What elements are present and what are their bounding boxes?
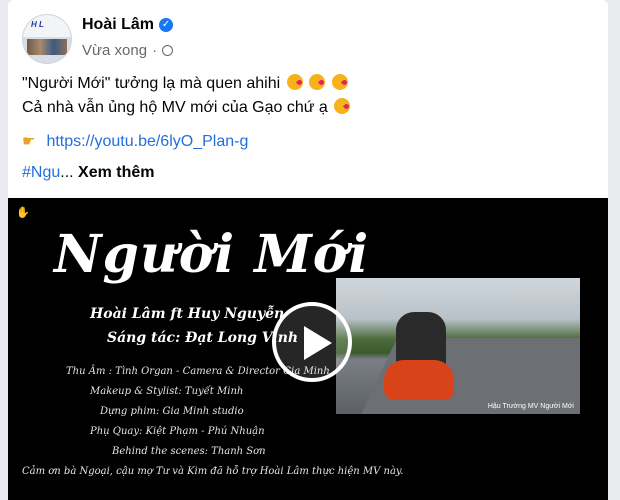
avatar-photo-strip: [27, 39, 67, 55]
author-row: Hoài Lâm ✓: [82, 16, 174, 34]
ellipsis: ...: [60, 164, 74, 181]
photo-motorbike: [384, 360, 454, 400]
post-text-line-2: Cả nhà vẫn ủng hộ MV mới của Gạo chứ ạ: [22, 98, 351, 117]
post-link-line: ☛ https://youtu.be/6lyO_Plan-g: [22, 132, 248, 151]
author-avatar[interactable]: H L: [22, 14, 72, 64]
cursor-hand-icon: ✋: [16, 207, 30, 219]
video-credit-artists: Hoài Lâm ft Huy Nguyễn: [90, 306, 285, 322]
avatar-logo: H L: [31, 20, 44, 29]
post-hashtag-line: #Ngu... Xem thêm: [22, 164, 155, 182]
kiss-emoji-icon: [286, 74, 303, 90]
see-more-button[interactable]: Xem thêm: [78, 164, 154, 181]
kiss-emoji-icon: [309, 74, 326, 90]
hashtag-link[interactable]: #Ngu: [22, 164, 60, 181]
youtube-link[interactable]: https://youtu.be/6lyO_Plan-g: [46, 133, 248, 150]
post-line-2-text: Cả nhà vẫn ủng hộ MV mới của Gạo chứ ạ: [22, 99, 328, 116]
kiss-emoji-icon: [334, 98, 351, 114]
post-timestamp[interactable]: Vừa xong: [82, 42, 147, 59]
meta-separator: ·: [152, 42, 158, 59]
video-player[interactable]: ✋ Người Mới Hoài Lâm ft Huy Nguyễn Sáng …: [8, 198, 608, 500]
video-credit-composer: Sáng tác: Đạt Long Vinh: [107, 330, 299, 346]
video-credit-line: Phụ Quay: Kiệt Phạm - Phú Nhuận: [90, 426, 265, 437]
video-credit-line: Behind the scenes: Thanh Sơn: [112, 446, 266, 457]
verified-badge-icon: ✓: [159, 18, 174, 32]
video-thumbnail-photo: Hậu Trường MV Người Mới: [336, 278, 580, 414]
video-credit-line: Makeup & Stylist: Tuyết Minh: [90, 386, 244, 397]
kiss-emoji-icon: [331, 74, 348, 90]
play-icon[interactable]: [272, 302, 352, 382]
video-credit-line: Dựng phim: Gia Minh studio: [100, 406, 244, 417]
post-text-line-1: "Người Mới" tưởng lạ mà quen ahihi: [22, 74, 348, 93]
post-card: H L Hoài Lâm ✓ Vừa xong · "Người Mới" tư…: [8, 0, 608, 500]
post-line-1-text: "Người Mới" tưởng lạ mà quen ahihi: [22, 75, 281, 92]
photo-caption: Hậu Trường MV Người Mới: [487, 403, 574, 410]
video-thanks-line: Cảm ơn bà Ngoại, cậu mợ Tư và Kim đã hỗ …: [22, 466, 404, 477]
author-name[interactable]: Hoài Lâm: [82, 16, 154, 34]
pointing-hand-icon: ☛: [22, 133, 36, 150]
video-title: Người Mới: [54, 224, 370, 285]
post-meta: Vừa xong ·: [82, 42, 174, 59]
globe-icon[interactable]: [162, 45, 174, 56]
